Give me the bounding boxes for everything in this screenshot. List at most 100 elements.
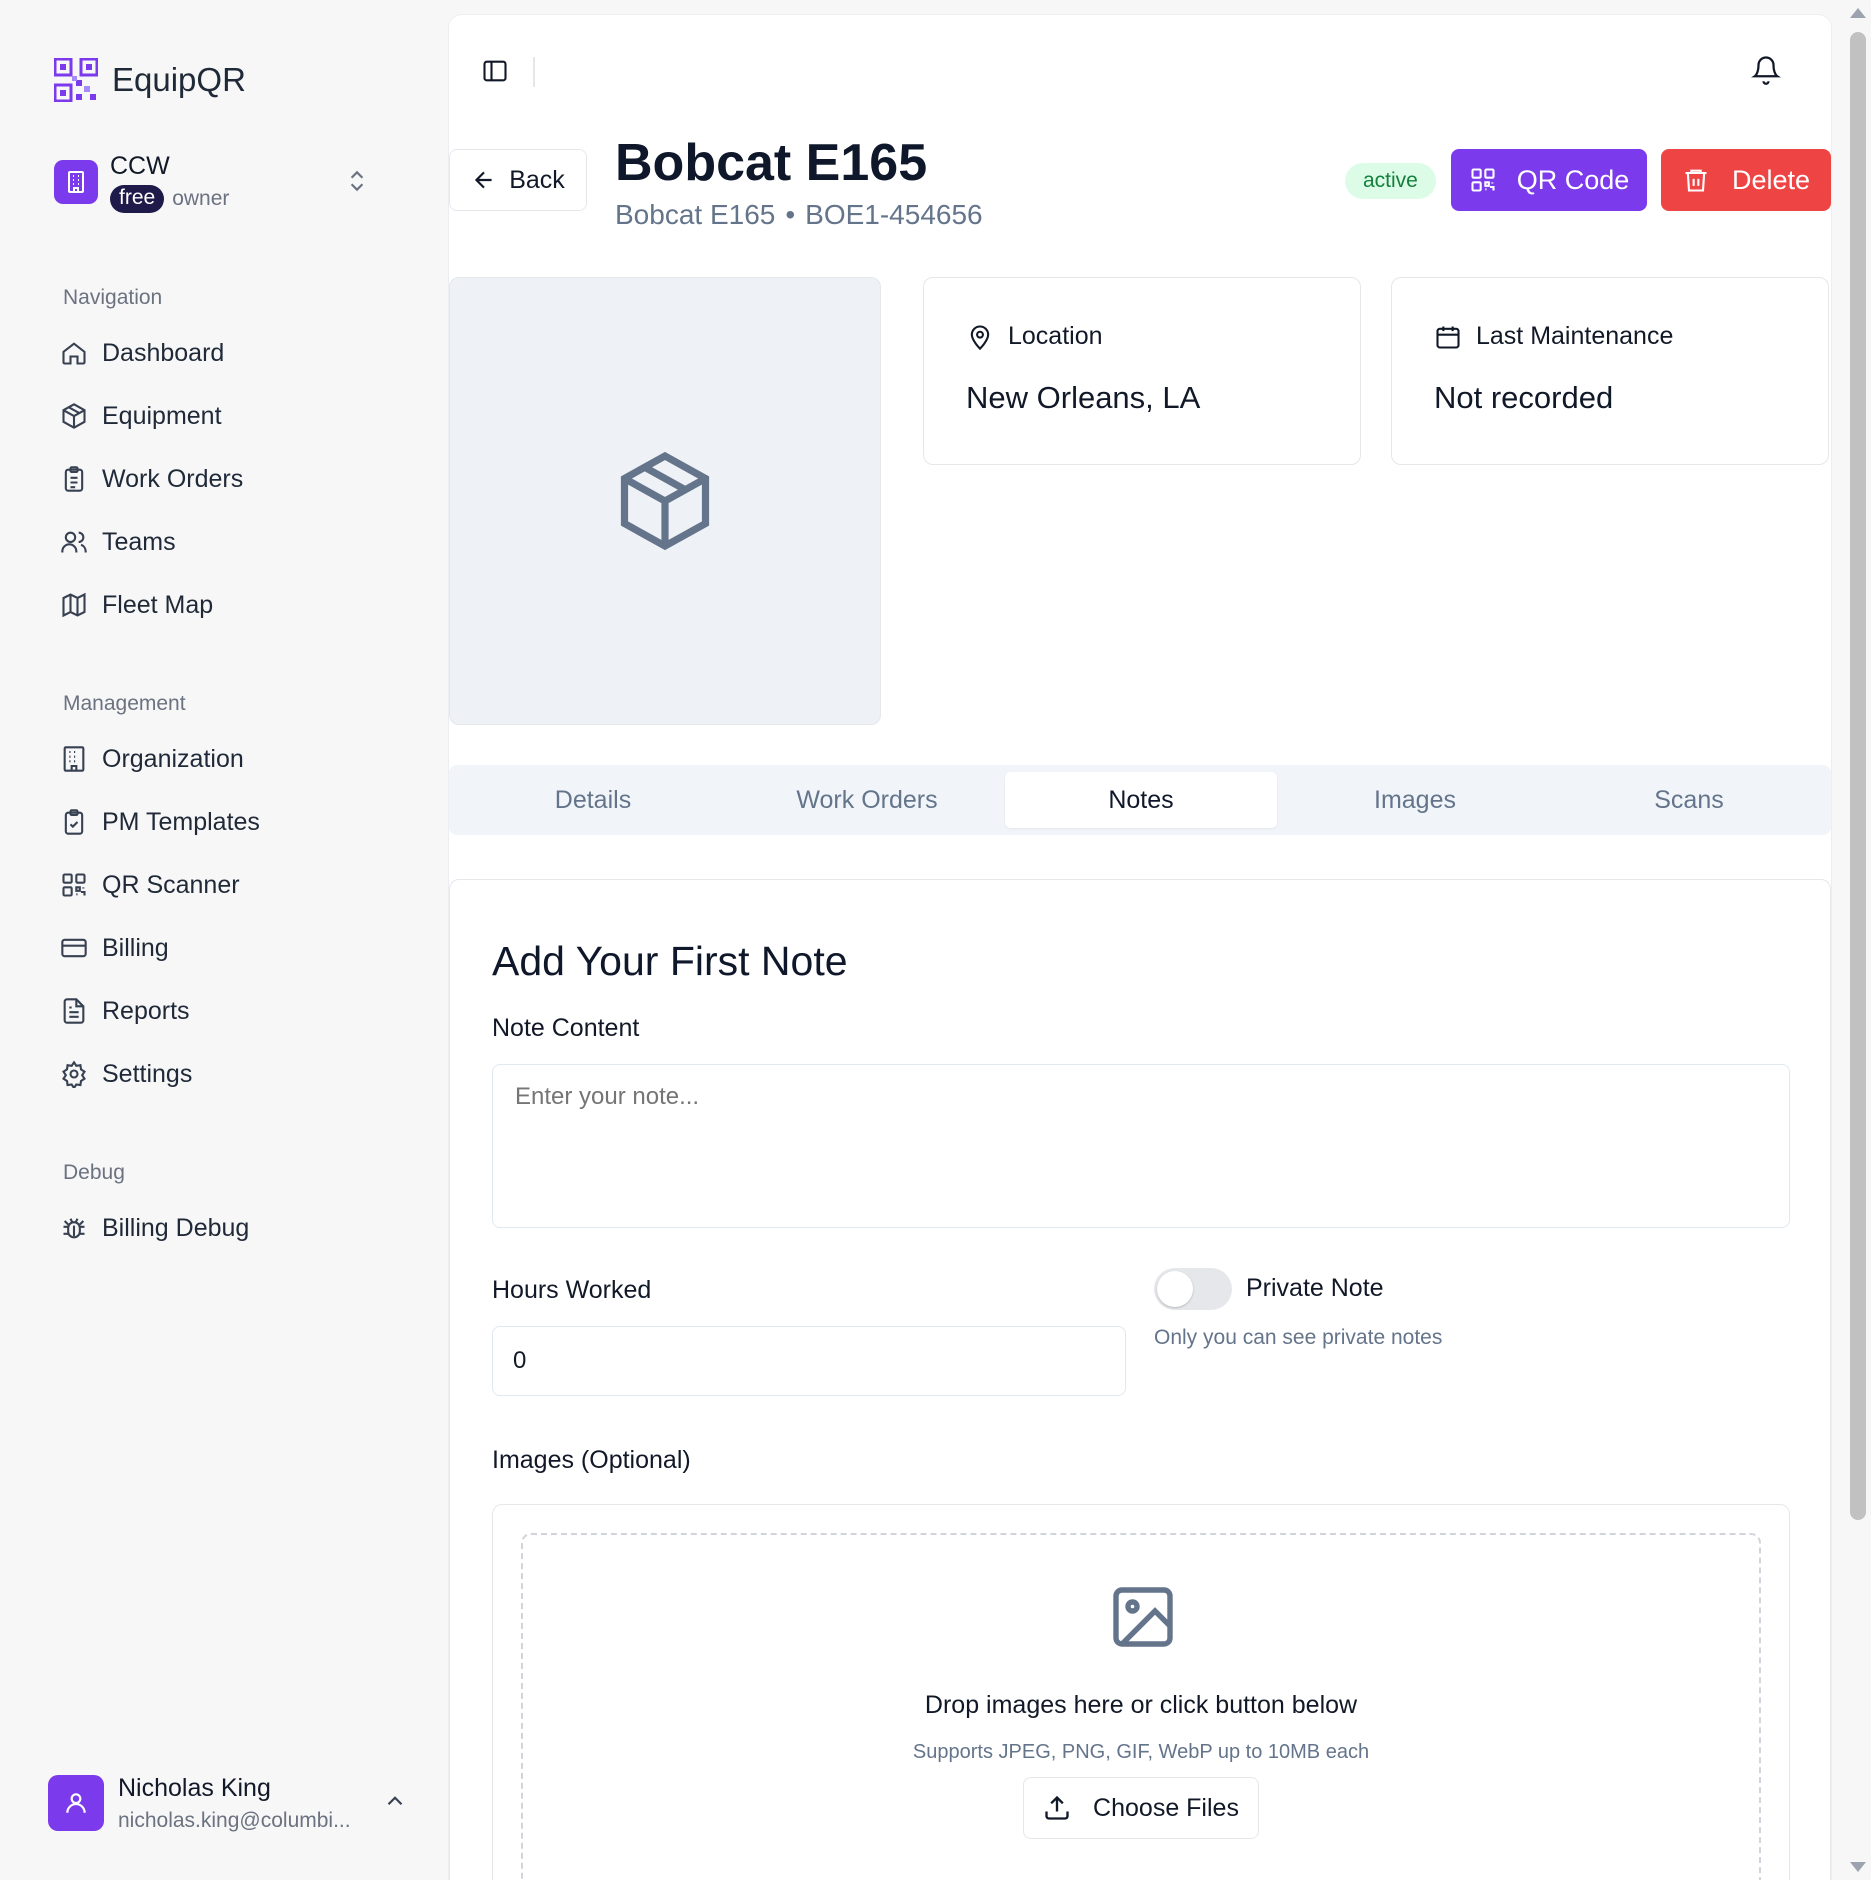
panel-left-icon [483,60,507,82]
tab-details[interactable]: Details [457,772,729,828]
org-name: CCW [110,151,170,180]
section-label-management: Management [63,692,186,715]
sidebar-item-dashboard[interactable]: Dashboard [60,328,400,378]
page-scrollbar[interactable] [1846,0,1871,1880]
file-text-icon [63,998,85,1024]
arrow-left-icon [475,171,492,189]
sidebar-item-qr-scanner[interactable]: QR Scanner [60,860,400,910]
sidebar-item-fleet-map[interactable]: Fleet Map [60,580,400,630]
topbar-divider [533,57,535,87]
building-icon [54,160,98,204]
map-pin-icon [970,325,990,350]
map-icon [62,592,86,618]
scroll-up-arrow[interactable] [1850,8,1866,18]
dropzone-title: Drop images here or click button below [924,1691,1358,1719]
calendar-icon [1436,326,1460,349]
note-content-label: Note Content [492,1014,640,1042]
toggle-knob [1157,1271,1193,1307]
equipment-image-placeholder [449,277,881,725]
last-maintenance-label: Last Maintenance [1476,322,1674,350]
sidebar-item-label: Settings [102,1059,193,1088]
user-name: Nicholas King [118,1773,271,1802]
back-label: Back [509,165,565,194]
location-card: Location New Orleans, LA [923,277,1361,465]
scroll-thumb[interactable] [1850,32,1866,1520]
bug-icon [63,1218,85,1239]
sidebar-item-equipment[interactable]: Equipment [60,391,400,441]
chevrons-up-down-icon [350,170,364,192]
hours-worked-input[interactable] [492,1326,1126,1396]
sidebar-item-settings[interactable]: Settings [60,1049,400,1099]
image-upload-area: Drop images here or click button below S… [492,1504,1790,1880]
users-icon [61,531,87,553]
qr-logo-icon [54,58,98,102]
sidebar-item-label: PM Templates [102,807,260,836]
sidebar-item-label: Equipment [102,401,222,430]
sidebar-item-organization[interactable]: Organization [60,734,400,784]
delete-button[interactable]: Delete [1661,149,1831,211]
chevron-up-icon [387,1796,403,1806]
app-name: EquipQR [112,61,246,98]
subtitle-serial: BOE1-454656 [805,199,983,230]
tab-work-orders[interactable]: Work Orders [731,772,1003,828]
org-role: owner [172,186,230,210]
bell-icon [1751,56,1781,85]
sidebar: EquipQR CCW free owner Navigation Dashbo… [0,0,448,1880]
qr-code-icon [1471,168,1495,192]
sidebar-item-label: Fleet Map [102,590,214,619]
sidebar-item-teams[interactable]: Teams [60,517,400,567]
sidebar-item-label: Billing [102,933,169,962]
user-email: nicholas.king@columbi... [118,1808,351,1832]
note-content-input[interactable] [492,1064,1790,1228]
trash-icon [1685,169,1707,192]
main-panel: Back Bobcat E165 Bobcat E165 • BOE1-4546… [448,14,1832,1880]
sidebar-item-label: Reports [102,996,190,1025]
tab-scans[interactable]: Scans [1553,772,1825,828]
page-subtitle: Bobcat E165 • BOE1-454656 [615,199,983,231]
plan-badge: free [110,184,165,213]
brand[interactable]: EquipQR [54,58,246,102]
section-label-navigation: Navigation [63,286,163,309]
sidebar-item-label: Organization [102,744,244,773]
user-menu[interactable]: Nicholas King nicholas.king@columbi... [48,1772,408,1834]
qr-code-button[interactable]: QR Code [1451,149,1647,211]
home-icon [62,342,86,365]
sidebar-item-billing[interactable]: Billing [60,923,400,973]
sidebar-item-label: Dashboard [102,338,225,367]
notifications-button[interactable] [1751,55,1781,90]
sidebar-item-label: Teams [102,527,176,556]
location-value: New Orleans, LA [966,380,1201,415]
sidebar-item-reports[interactable]: Reports [60,986,400,1036]
last-maintenance-card: Last Maintenance Not recorded [1391,277,1829,465]
tab-images[interactable]: Images [1279,772,1551,828]
package-icon [62,403,86,429]
scroll-down-arrow[interactable] [1850,1862,1866,1872]
page-title: Bobcat E165 [615,134,928,192]
choose-files-button[interactable]: Choose Files [1023,1777,1259,1839]
sidebar-item-label: Billing Debug [102,1213,250,1242]
note-form-card: Add Your First Note Note Content Hours W… [449,879,1831,1880]
dropzone-subtitle: Supports JPEG, PNG, GIF, WebP up to 10MB… [912,1741,1370,1763]
sidebar-item-work-orders[interactable]: Work Orders [60,454,400,504]
image-dropzone[interactable]: Drop images here or click button below S… [521,1533,1761,1880]
subtitle-separator: • [785,199,796,230]
sidebar-item-label: QR Scanner [102,870,240,899]
package-icon [620,451,710,551]
tab-notes[interactable]: Notes [1005,772,1277,828]
subtitle-model: Bobcat E165 [615,199,776,230]
back-button[interactable]: Back [449,149,587,211]
avatar [48,1775,104,1831]
credit-card-icon [61,938,87,958]
private-note-toggle[interactable] [1154,1268,1232,1310]
image-icon [1113,1587,1173,1647]
building-icon [63,746,85,772]
sidebar-item-pm-templates[interactable]: PM Templates [60,797,400,847]
sidebar-toggle-button[interactable] [479,55,511,87]
private-note-label: Private Note [1246,1274,1384,1302]
images-label: Images (Optional) [492,1446,691,1474]
sidebar-item-billing-debug[interactable]: Billing Debug [60,1203,400,1253]
org-switcher[interactable]: CCW free owner [54,144,394,220]
status-badge: active [1345,163,1436,199]
form-title: Add Your First Note [492,938,848,984]
clipboard-check-icon [64,809,84,835]
